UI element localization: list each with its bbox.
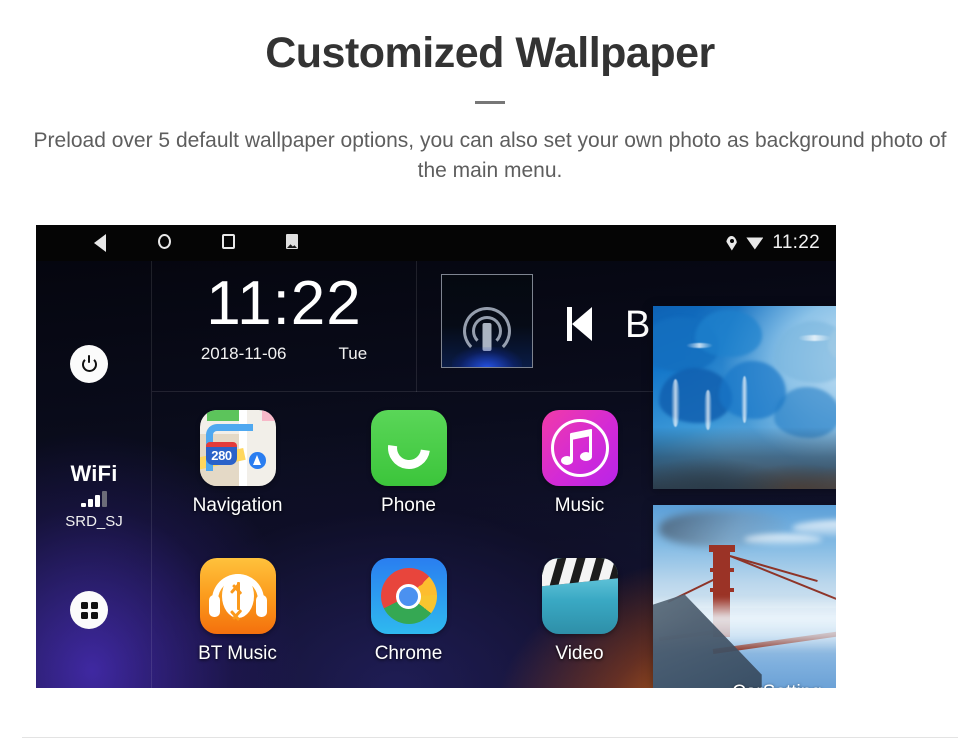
app-chrome[interactable]: Chrome — [323, 540, 494, 688]
clock-time: 11:22 — [206, 269, 362, 338]
media-title: B — [625, 304, 651, 346]
phone-icon — [370, 410, 447, 486]
screenshot-button[interactable] — [286, 234, 304, 252]
power-icon — [81, 355, 97, 372]
route-shield-badge: 280 — [206, 441, 237, 465]
app-video[interactable]: Video — [494, 540, 665, 688]
home-screen: WiFi SRD_SJ 11:22 2018-11-06 Tue B 280 N… — [36, 261, 836, 688]
all-apps-button[interactable] — [70, 591, 108, 629]
status-indicators: 11:22 — [726, 225, 820, 261]
app-navigation[interactable]: 280 Navigation — [152, 392, 323, 540]
clock-date: 2018-11-06 — [200, 344, 287, 364]
app-label: BT Music — [198, 643, 277, 664]
app-bt-music[interactable]: BT Music — [152, 540, 323, 688]
home-button[interactable] — [158, 234, 176, 252]
power-button[interactable] — [70, 345, 108, 383]
app-label: Music — [554, 495, 605, 516]
gps-icon — [726, 235, 738, 251]
wifi-icon — [746, 237, 764, 250]
page-title: Customized Wallpaper — [265, 29, 715, 77]
apps-grid-icon — [80, 601, 98, 619]
nav-arrow-icon — [248, 451, 266, 469]
app-label: Chrome — [374, 643, 443, 664]
car-head-unit-screen: 11:22 WiFi SRD_SJ 11:22 2018-11-06 Tue B… — [36, 225, 836, 688]
app-music[interactable]: Music — [494, 392, 665, 540]
left-rail: WiFi SRD_SJ — [36, 261, 152, 688]
wifi-label: WiFi — [70, 461, 118, 486]
android-status-bar: 11:22 — [36, 225, 836, 261]
previous-track-button[interactable] — [567, 305, 601, 343]
radio-glow — [452, 347, 522, 367]
bluetooth-headphones-icon — [199, 558, 276, 634]
ice-cave-wallpaper[interactable] — [653, 306, 836, 489]
app-phone[interactable]: Phone — [323, 392, 494, 540]
music-note-icon — [541, 410, 618, 486]
app-label-car-setting: CarSetting — [718, 682, 836, 688]
app-label: Navigation — [192, 495, 283, 516]
status-bar-clock: 11:22 — [772, 232, 820, 253]
wifi-signal-icon — [78, 491, 110, 507]
android-nav-buttons — [94, 225, 304, 261]
app-label: Video — [555, 643, 604, 664]
chrome-icon — [370, 558, 447, 634]
clapperboard-icon — [541, 558, 618, 634]
title-divider — [475, 101, 505, 105]
maps-icon: 280 — [199, 410, 276, 486]
clock-widget[interactable]: 11:22 2018-11-06 Tue — [152, 261, 416, 392]
back-button[interactable] — [94, 234, 112, 252]
recents-button[interactable] — [222, 234, 240, 252]
radio-tower-icon — [441, 274, 533, 368]
clock-subline: 2018-11-06 Tue — [152, 344, 416, 364]
clock-weekday: Tue — [338, 344, 368, 364]
wifi-status-block[interactable]: WiFi SRD_SJ — [36, 461, 152, 530]
golden-gate-wallpaper[interactable] — [653, 505, 836, 688]
page-subtitle: Preload over 5 default wallpaper options… — [33, 129, 947, 183]
footer-divider — [22, 737, 958, 738]
radio-tower-glyph — [459, 293, 515, 355]
promo-header: Customized Wallpaper Preload over 5 defa… — [0, 0, 980, 186]
app-label: Phone — [381, 495, 436, 516]
wifi-ssid-label: SRD_SJ — [65, 513, 123, 530]
